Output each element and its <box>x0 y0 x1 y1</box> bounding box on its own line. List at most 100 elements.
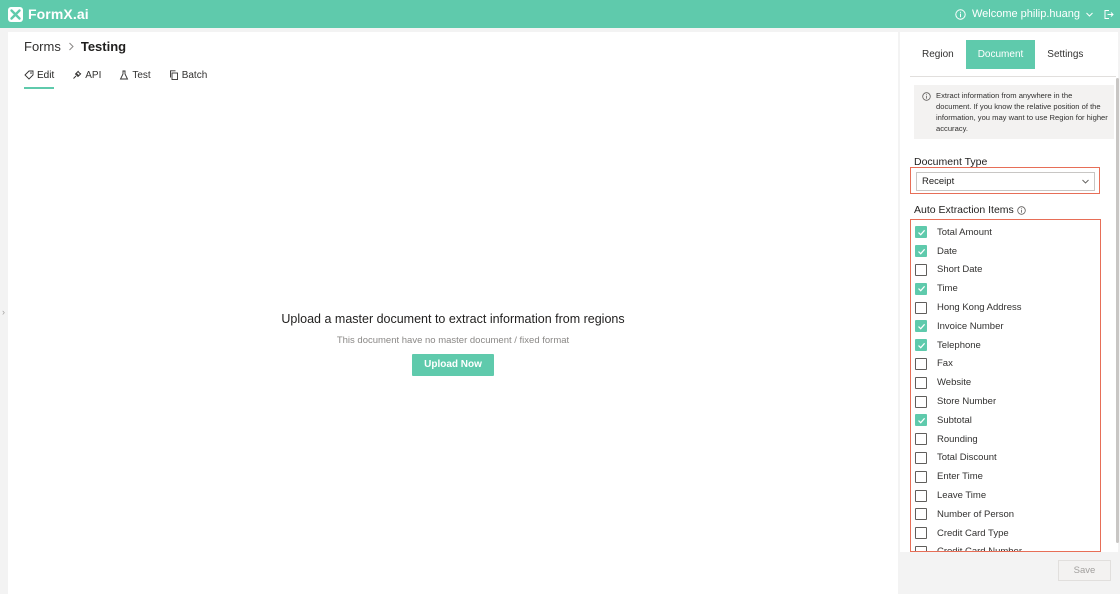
auto-extraction-label: Auto Extraction Items <box>914 204 1026 216</box>
checkbox[interactable] <box>915 339 927 352</box>
chevron-down-icon[interactable] <box>1085 10 1094 19</box>
extraction-item[interactable]: Leave Time <box>915 486 1095 505</box>
checkbox[interactable] <box>915 301 927 314</box>
extraction-item[interactable]: Fax <box>915 355 1095 374</box>
extraction-item-label: Subtotal <box>937 414 972 426</box>
breadcrumb: Forms Testing <box>24 39 126 54</box>
tab-label: Batch <box>181 69 208 81</box>
extraction-item[interactable]: Enter Time <box>915 467 1095 486</box>
logo-text: FormX.ai <box>28 6 89 22</box>
extraction-items-list: Total Amount Date Short Date Time Hong Kong … <box>915 223 1095 551</box>
app-logo[interactable]: FormX.ai <box>8 5 89 23</box>
extraction-item-label: Number of Person <box>937 508 1015 520</box>
tab-test[interactable]: Test <box>119 67 151 83</box>
extraction-item[interactable]: Number of Person <box>915 505 1095 524</box>
extraction-item-label: Total Discount <box>937 452 997 464</box>
checkbox[interactable] <box>915 357 927 370</box>
extraction-item-label: Total Amount <box>937 226 992 238</box>
document-type-value: Receipt <box>922 176 955 187</box>
save-button[interactable]: Save <box>1058 560 1111 581</box>
checkmark-icon <box>917 323 925 330</box>
tab-edit[interactable]: Edit <box>24 67 54 83</box>
info-icon[interactable] <box>955 8 966 20</box>
extraction-item[interactable]: Credit Card Number <box>915 543 1095 551</box>
form-workspace: Forms Testing Edit API Test Batch Upload… <box>8 32 898 594</box>
checkbox[interactable] <box>915 395 927 408</box>
extraction-item[interactable]: Total Amount <box>915 223 1095 242</box>
tab-label: Edit <box>37 69 55 81</box>
checkbox[interactable] <box>915 489 927 502</box>
chevron-right-icon <box>67 42 75 51</box>
checkbox[interactable] <box>915 470 927 483</box>
extraction-item[interactable]: Hong Kong Address <box>915 298 1095 317</box>
extraction-item-label: Invoice Number <box>937 320 1004 332</box>
sign-out-icon[interactable] <box>1103 9 1114 20</box>
extraction-item-label: Credit Card Type <box>937 527 1009 539</box>
empty-state-subtitle: This document have no master document / … <box>336 335 570 346</box>
extraction-item[interactable]: Short Date <box>915 261 1095 280</box>
extraction-item[interactable]: Credit Card Type <box>915 524 1095 543</box>
tab-label: Test <box>132 69 151 81</box>
checkbox[interactable] <box>915 226 927 239</box>
checkmark-icon <box>917 417 925 424</box>
welcome-text: Welcome philip.huang <box>971 8 1080 20</box>
top-bar: FormX.ai Welcome philip.huang <box>0 0 1120 28</box>
info-icon <box>922 92 931 101</box>
extraction-item[interactable]: Date <box>915 242 1095 261</box>
document-type-dropdown[interactable]: Receipt <box>916 172 1095 191</box>
info-notice: Extract information from anywhere in the… <box>914 85 1114 139</box>
tab-label: API <box>85 69 102 81</box>
extraction-item-label: Enter Time <box>937 471 983 483</box>
checkbox[interactable] <box>915 320 927 333</box>
extraction-item-label: Website <box>937 377 972 389</box>
tab-region[interactable]: Region <box>910 40 966 69</box>
extraction-item[interactable]: Website <box>915 373 1095 392</box>
checkbox[interactable] <box>915 414 927 427</box>
active-tab-indicator <box>24 87 54 89</box>
document-type-highlight: Receipt <box>910 167 1100 194</box>
extraction-item[interactable]: Rounding <box>915 430 1095 449</box>
extraction-item-label: Leave Time <box>937 490 987 502</box>
form-tabs: Edit API Test Batch <box>24 67 225 83</box>
extraction-item[interactable]: Invoice Number <box>915 317 1095 336</box>
extraction-item[interactable]: Subtotal <box>915 411 1095 430</box>
extraction-item[interactable]: Total Discount <box>915 449 1095 468</box>
tab-settings[interactable]: Settings <box>1035 40 1095 69</box>
empty-state: Upload a master document to extract info… <box>8 312 898 376</box>
extraction-item-label: Fax <box>937 358 953 370</box>
checkmark-icon <box>917 248 925 255</box>
tab-batch[interactable]: Batch <box>169 67 208 83</box>
checkbox[interactable] <box>915 527 927 540</box>
formx-logo-icon <box>8 6 23 22</box>
extraction-item-label: Short Date <box>937 264 983 276</box>
tab-api[interactable]: API <box>72 67 101 83</box>
tab-document[interactable]: Document <box>965 40 1036 69</box>
checkbox[interactable] <box>915 263 927 276</box>
checkmark-icon <box>917 286 925 292</box>
extraction-item-label: Date <box>937 245 958 257</box>
flask-icon <box>120 70 129 80</box>
expand-sidebar-icon[interactable]: › <box>2 307 5 317</box>
checkbox[interactable] <box>915 376 927 389</box>
plug-icon <box>73 70 82 79</box>
checkbox[interactable] <box>915 433 927 446</box>
extraction-items-highlight: Total Amount Date Short Date Time Hong Kong … <box>910 219 1101 552</box>
breadcrumb-current: Testing <box>80 39 127 54</box>
checkbox[interactable] <box>915 451 927 464</box>
checkmark-icon <box>917 229 925 236</box>
extraction-item-label: Telephone <box>937 339 981 351</box>
extraction-item[interactable]: Time <box>915 279 1095 298</box>
checkbox[interactable] <box>915 245 927 258</box>
divider <box>910 76 1116 77</box>
checkbox[interactable] <box>915 282 927 295</box>
info-icon[interactable] <box>1017 205 1026 215</box>
extraction-item[interactable]: Telephone <box>915 336 1095 355</box>
upload-now-button[interactable]: Upload Now <box>412 354 494 376</box>
checkbox[interactable] <box>915 508 927 521</box>
extraction-item-label: Time <box>937 283 958 295</box>
extraction-item[interactable]: Store Number <box>915 392 1095 411</box>
panel-scrollbar[interactable] <box>1116 78 1119 543</box>
extraction-item-label: Hong Kong Address <box>937 302 1022 314</box>
extraction-item-label: Store Number <box>937 396 997 408</box>
breadcrumb-forms-link[interactable]: Forms <box>24 39 61 54</box>
